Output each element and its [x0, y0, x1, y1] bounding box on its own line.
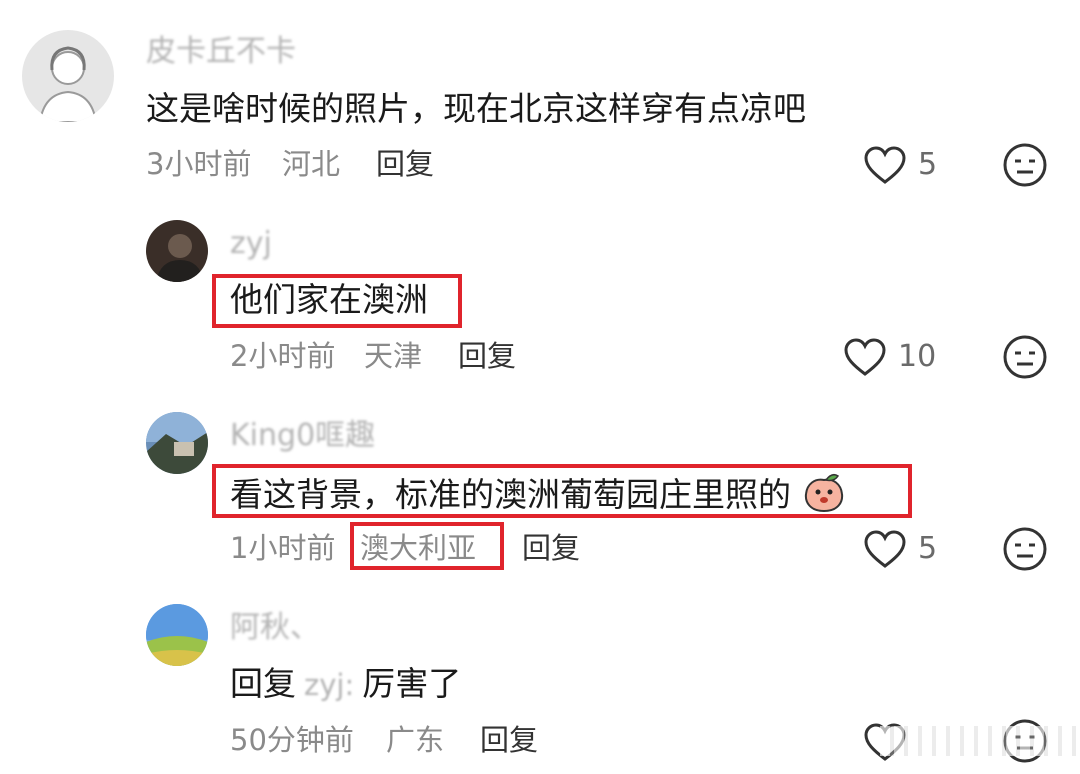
heart-icon[interactable]	[843, 337, 887, 377]
comment-username[interactable]: 皮卡丘不卡	[146, 32, 296, 72]
like-count: 10	[898, 339, 937, 374]
reply-prefix: 回复	[230, 664, 296, 703]
dislike-face-icon[interactable]	[1002, 142, 1048, 188]
avatar[interactable]	[146, 604, 208, 666]
comment-location: 广东	[386, 723, 445, 757]
avatar[interactable]	[146, 220, 208, 282]
reply-button[interactable]: 回复	[376, 144, 434, 184]
reply-button[interactable]: 回复	[522, 528, 580, 568]
comment-text: 这是啥时候的照片，现在北京这样穿有点凉吧	[146, 89, 806, 128]
like-count: 5	[918, 531, 938, 566]
heart-icon[interactable]	[863, 145, 907, 185]
comment-username[interactable]: zyj	[230, 224, 272, 264]
comment-time: 1小时前	[230, 531, 336, 565]
like-count: 5	[918, 147, 938, 182]
watermark-overlay	[880, 726, 1080, 756]
avatar[interactable]	[146, 412, 208, 474]
comment-username[interactable]: 阿秋、	[230, 608, 320, 648]
highlight-box	[350, 522, 504, 570]
comment-location: 天津	[364, 339, 423, 373]
reply-button[interactable]: 回复	[480, 720, 538, 760]
comment-time: 50分钟前	[230, 723, 354, 757]
mention-username[interactable]: zyj:	[304, 663, 354, 707]
comment-username[interactable]: King0哐趣	[230, 416, 375, 456]
comment-text-content: 厉害了	[362, 664, 462, 703]
heart-icon[interactable]	[863, 529, 907, 569]
dislike-face-icon[interactable]	[1002, 334, 1048, 380]
highlight-box	[212, 464, 912, 518]
comment-time: 2小时前	[230, 339, 336, 373]
dislike-face-icon[interactable]	[1002, 526, 1048, 572]
comment-location: 河北	[282, 147, 341, 181]
avatar[interactable]	[22, 30, 114, 122]
highlight-box	[212, 274, 462, 328]
comment-time: 3小时前	[146, 147, 252, 181]
reply-button[interactable]: 回复	[458, 336, 516, 376]
comment-text: 回复 zyj: 厉害了	[230, 662, 461, 707]
